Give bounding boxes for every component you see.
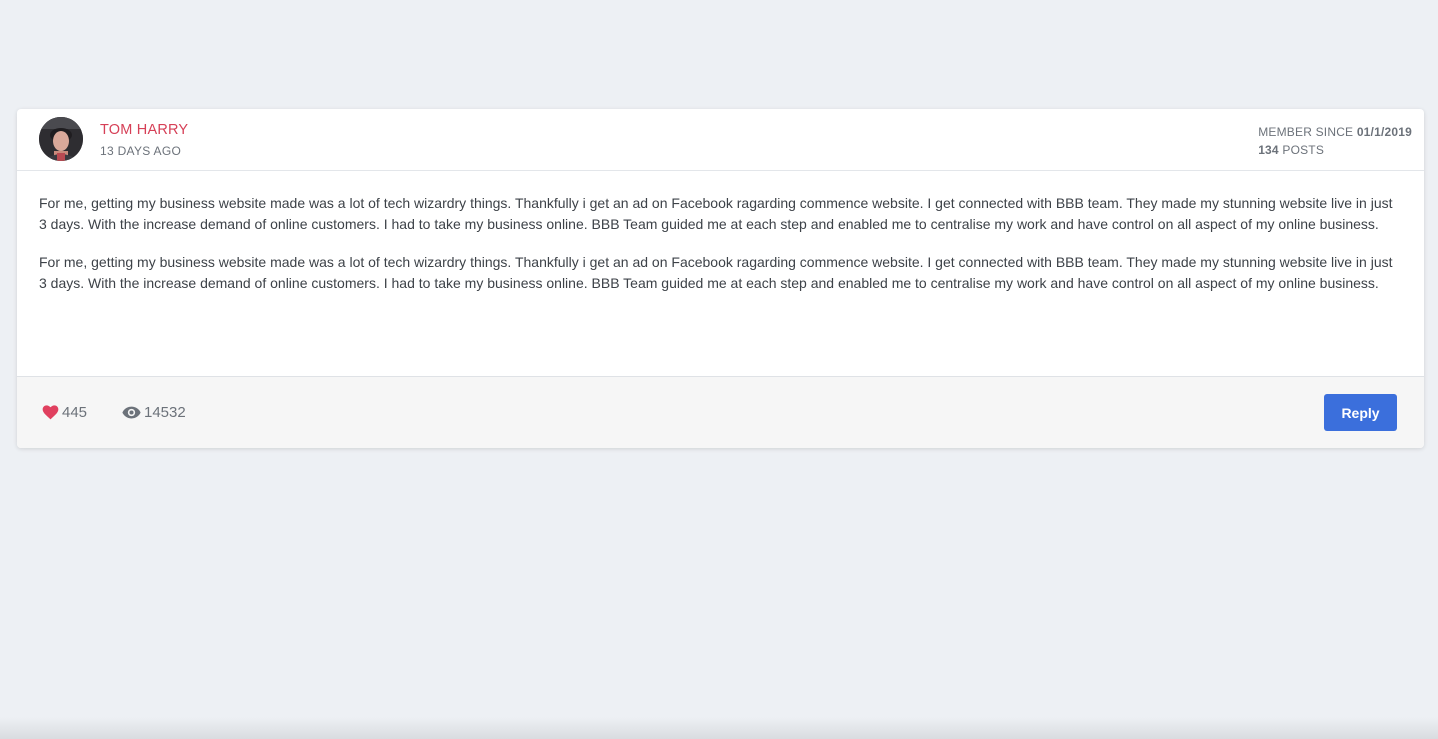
- member-since-label: MEMBER SINCE: [1258, 125, 1354, 139]
- eye-icon: [122, 406, 141, 419]
- post-paragraph: For me, getting my business website made…: [39, 195, 1393, 232]
- author-name[interactable]: TOM HARRY: [100, 122, 188, 138]
- avatar[interactable]: [39, 117, 83, 161]
- member-since-line: MEMBER SINCE 01/1/2019: [1258, 123, 1412, 141]
- post-footer: 445 14532 Reply: [17, 376, 1424, 448]
- post-body: For me, getting my business website made…: [17, 171, 1424, 376]
- post-count-label: POSTS: [1282, 143, 1325, 157]
- view-counter: 14532: [122, 404, 186, 421]
- post-count: 134: [1258, 143, 1279, 157]
- avatar-image: [39, 117, 83, 161]
- post-card: TOM HARRY 13 DAYS AGO MEMBER SINCE 01/1/…: [17, 109, 1424, 448]
- bottom-shadow: [0, 717, 1438, 739]
- post-count-line: 134 POSTS: [1258, 141, 1412, 159]
- member-since-date: 01/1/2019: [1356, 125, 1412, 139]
- view-count: 14532: [144, 404, 186, 421]
- like-count: 445: [62, 404, 88, 421]
- post-header: TOM HARRY 13 DAYS AGO MEMBER SINCE 01/1/…: [17, 109, 1424, 171]
- member-info: MEMBER SINCE 01/1/2019 134 POSTS: [1258, 123, 1412, 159]
- post-paragraph: For me, getting my business website made…: [39, 254, 1393, 291]
- reply-button[interactable]: Reply: [1324, 394, 1397, 431]
- like-counter[interactable]: 445: [42, 404, 87, 421]
- post-time: 13 DAYS AGO: [100, 144, 182, 158]
- heart-icon[interactable]: [42, 405, 59, 420]
